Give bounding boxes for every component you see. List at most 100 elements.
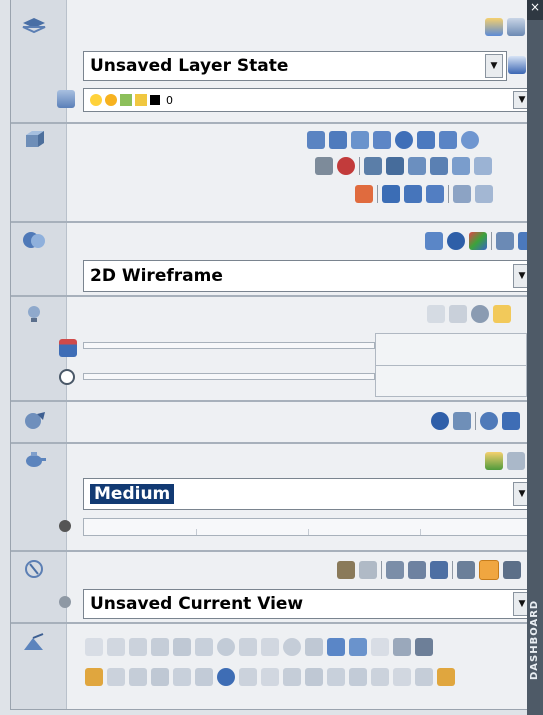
- materials-icon[interactable]: [21, 410, 47, 432]
- slice-icon[interactable]: [453, 185, 471, 203]
- erase-icon[interactable]: [85, 668, 103, 686]
- chevron-down-icon[interactable]: ▼: [485, 54, 503, 78]
- extrude-icon[interactable]: [364, 157, 382, 175]
- view-settings-icon[interactable]: [59, 596, 71, 608]
- sun-light-icon[interactable]: [427, 305, 445, 323]
- wedge-icon[interactable]: [351, 131, 369, 149]
- close-icon[interactable]: ×: [527, 0, 543, 20]
- edge-settings-icon[interactable]: [496, 232, 514, 250]
- fillet-icon[interactable]: [415, 668, 433, 686]
- sphere-icon[interactable]: [395, 131, 413, 149]
- torus-icon[interactable]: [461, 131, 479, 149]
- polygon-icon[interactable]: [151, 638, 169, 656]
- chamfer-icon[interactable]: [393, 668, 411, 686]
- loft-icon[interactable]: [452, 157, 470, 175]
- render-exposure-slider[interactable]: [83, 518, 535, 536]
- construction-line-icon[interactable]: [107, 638, 125, 656]
- intersect-icon[interactable]: [426, 185, 444, 203]
- make-block-icon[interactable]: [349, 638, 367, 656]
- light-properties-icon[interactable]: [493, 305, 511, 323]
- trim-icon[interactable]: [283, 668, 301, 686]
- scale-icon[interactable]: [239, 668, 257, 686]
- view-box-icon[interactable]: [479, 560, 499, 580]
- presspull-icon[interactable]: [386, 157, 404, 175]
- section-plane-icon[interactable]: [355, 185, 373, 203]
- break-at-point-icon[interactable]: [349, 668, 367, 686]
- sun-icon[interactable]: [105, 94, 117, 106]
- layer-state-dropdown[interactable]: Unsaved Layer State ▼: [83, 51, 507, 81]
- offset-icon[interactable]: [151, 668, 169, 686]
- animation-icon[interactable]: [457, 561, 475, 579]
- cone-icon[interactable]: [373, 131, 391, 149]
- color-cube-icon[interactable]: [469, 232, 487, 250]
- union-icon[interactable]: [382, 185, 400, 203]
- light-list-icon[interactable]: [471, 305, 489, 323]
- zoom-icon[interactable]: [359, 561, 377, 579]
- ellipse-arc-icon[interactable]: [305, 638, 323, 656]
- compass-icon[interactable]: [21, 558, 47, 580]
- material-attach-icon[interactable]: [480, 412, 498, 430]
- orbit-icon[interactable]: [315, 157, 333, 175]
- conceptual-style-icon[interactable]: [447, 232, 465, 250]
- ellipse-icon[interactable]: [283, 638, 301, 656]
- gradient-icon[interactable]: [415, 638, 433, 656]
- thicken-icon[interactable]: [475, 185, 493, 203]
- box-icon[interactable]: [329, 131, 347, 149]
- array-icon[interactable]: [173, 668, 191, 686]
- freeze-icon[interactable]: [120, 94, 132, 106]
- cylinder-icon[interactable]: [417, 131, 435, 149]
- 3d-box-icon[interactable]: [21, 129, 47, 151]
- layer-dropdown[interactable]: 0 ▼: [83, 88, 535, 112]
- break-icon[interactable]: [327, 668, 345, 686]
- walk-icon[interactable]: [386, 561, 404, 579]
- insert-block-icon[interactable]: [327, 638, 345, 656]
- lightbulb-icon[interactable]: [21, 303, 47, 325]
- visual-style-dropdown[interactable]: 2D Wireframe ▼: [83, 260, 535, 292]
- rotate-icon[interactable]: [217, 668, 235, 686]
- fly-icon[interactable]: [408, 561, 426, 579]
- material-map-icon[interactable]: [453, 412, 471, 430]
- spheres-icon[interactable]: [21, 229, 47, 251]
- layer-states-icon[interactable]: [485, 18, 503, 36]
- revolve-icon[interactable]: [430, 157, 448, 175]
- lightbulb-icon[interactable]: [90, 94, 102, 106]
- line-icon[interactable]: [85, 638, 103, 656]
- date-slider[interactable]: [83, 342, 375, 349]
- globe-icon[interactable]: [337, 157, 355, 175]
- dashboard-titlebar[interactable]: × DASHBOARD: [527, 0, 543, 715]
- realistic-style-icon[interactable]: [425, 232, 443, 250]
- materials-manager-icon[interactable]: [502, 412, 520, 430]
- polyline-icon[interactable]: [129, 638, 147, 656]
- circle-icon[interactable]: [217, 638, 235, 656]
- pyramid-icon[interactable]: [439, 131, 457, 149]
- subtract-icon[interactable]: [404, 185, 422, 203]
- teapot-icon[interactable]: [21, 448, 47, 470]
- rectangle-icon[interactable]: [173, 638, 191, 656]
- point-icon[interactable]: [371, 638, 389, 656]
- view-dropdown[interactable]: Unsaved Current View ▼: [83, 589, 535, 619]
- mirror-icon[interactable]: [129, 668, 147, 686]
- stretch-icon[interactable]: [261, 668, 279, 686]
- arc-icon[interactable]: [195, 638, 213, 656]
- lock-icon[interactable]: [135, 94, 147, 106]
- polysolid-icon[interactable]: [307, 131, 325, 149]
- shield-view-icon[interactable]: [503, 561, 521, 579]
- hatch-icon[interactable]: [393, 638, 411, 656]
- make-current-layer-icon[interactable]: [57, 90, 75, 108]
- render-window-icon[interactable]: [507, 452, 525, 470]
- render-icon[interactable]: [485, 452, 503, 470]
- layer-manager-icon[interactable]: [508, 56, 526, 74]
- revision-cloud-icon[interactable]: [239, 638, 257, 656]
- copy-icon[interactable]: [107, 668, 125, 686]
- extend-icon[interactable]: [305, 668, 323, 686]
- render-settings-icon[interactable]: [59, 520, 71, 532]
- layers-icon[interactable]: [21, 16, 47, 38]
- sweep-icon[interactable]: [408, 157, 426, 175]
- render-quality-dropdown[interactable]: Medium ▼: [83, 478, 535, 510]
- layer-properties-icon[interactable]: [507, 18, 525, 36]
- camera-icon[interactable]: [430, 561, 448, 579]
- move-icon[interactable]: [195, 668, 213, 686]
- material-sphere-icon[interactable]: [431, 412, 449, 430]
- spline-icon[interactable]: [261, 638, 279, 656]
- point-light-icon[interactable]: [449, 305, 467, 323]
